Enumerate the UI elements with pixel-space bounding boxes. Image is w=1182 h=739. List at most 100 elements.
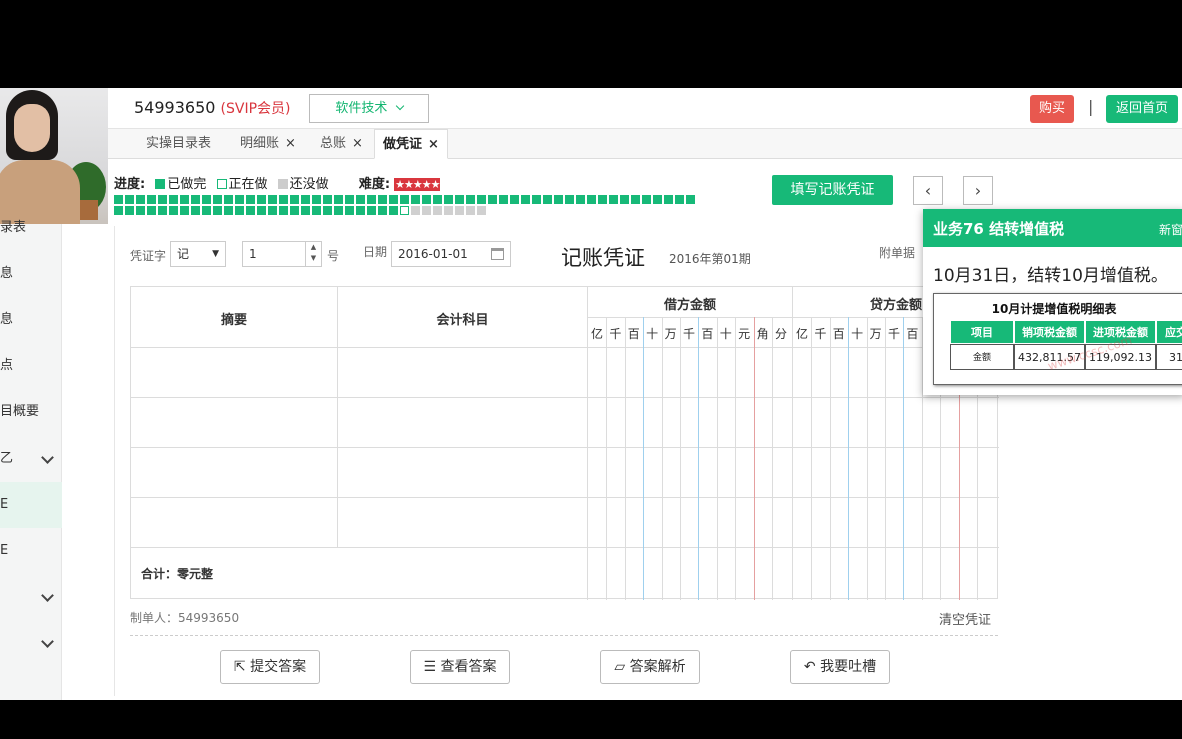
- buy-button[interactable]: 购买: [1030, 95, 1074, 123]
- progress-cell[interactable]: [466, 206, 475, 215]
- progress-cell[interactable]: [191, 206, 200, 215]
- progress-cell[interactable]: [213, 206, 222, 215]
- voucher-number-stepper[interactable]: 1 ▲ ▼: [242, 241, 322, 267]
- progress-cell[interactable]: [477, 206, 486, 215]
- home-button[interactable]: 返回首页: [1106, 95, 1178, 123]
- sidebar-item[interactable]: 目概要: [0, 389, 62, 435]
- progress-cell[interactable]: [345, 206, 354, 215]
- tab-make-voucher[interactable]: 做凭证 ×: [374, 129, 448, 159]
- progress-cell[interactable]: [323, 206, 332, 215]
- progress-cell[interactable]: [510, 195, 519, 204]
- progress-cell[interactable]: [631, 195, 640, 204]
- progress-cell[interactable]: [455, 195, 464, 204]
- tab-practice-catalog[interactable]: 实操目录表: [146, 129, 211, 159]
- progress-cell[interactable]: [587, 195, 596, 204]
- progress-cell[interactable]: [169, 195, 178, 204]
- progress-cell[interactable]: [400, 195, 409, 204]
- progress-cell[interactable]: [444, 195, 453, 204]
- sidebar-item[interactable]: [0, 620, 62, 666]
- progress-cell[interactable]: [180, 206, 189, 215]
- progress-cell[interactable]: [334, 206, 343, 215]
- progress-cell[interactable]: [213, 195, 222, 204]
- progress-cell[interactable]: [290, 195, 299, 204]
- sidebar-item[interactable]: 乙: [0, 436, 62, 482]
- progress-cell[interactable]: [279, 206, 288, 215]
- close-icon[interactable]: ×: [285, 136, 296, 151]
- progress-cell[interactable]: [136, 206, 145, 215]
- sidebar-item[interactable]: 息: [0, 251, 62, 297]
- progress-cell[interactable]: [202, 195, 211, 204]
- progress-cell[interactable]: [466, 195, 475, 204]
- progress-cell[interactable]: [367, 195, 376, 204]
- view-answer-button[interactable]: ☰ 查看答案: [410, 650, 510, 684]
- date-input[interactable]: 2016-01-01: [391, 241, 511, 267]
- progress-cell[interactable]: [378, 206, 387, 215]
- progress-cell[interactable]: [686, 195, 695, 204]
- progress-cell[interactable]: [191, 195, 200, 204]
- progress-cell[interactable]: [653, 195, 662, 204]
- progress-cell[interactable]: [521, 195, 530, 204]
- sidebar-item[interactable]: 点: [0, 343, 62, 389]
- sidebar-item[interactable]: 录表: [0, 205, 62, 251]
- progress-cell[interactable]: [378, 195, 387, 204]
- progress-cell[interactable]: [598, 195, 607, 204]
- progress-cell[interactable]: [235, 206, 244, 215]
- close-icon[interactable]: ×: [352, 136, 363, 151]
- progress-cell[interactable]: [367, 206, 376, 215]
- progress-cell[interactable]: [565, 195, 574, 204]
- submit-answer-button[interactable]: ⇱ 提交答案: [220, 650, 320, 684]
- progress-cell[interactable]: [169, 206, 178, 215]
- progress-cell[interactable]: [180, 195, 189, 204]
- progress-cell[interactable]: [389, 195, 398, 204]
- progress-cell[interactable]: [290, 206, 299, 215]
- progress-cell[interactable]: [224, 195, 233, 204]
- progress-cell[interactable]: [642, 195, 651, 204]
- progress-cell[interactable]: [356, 195, 365, 204]
- progress-cell[interactable]: [400, 206, 409, 215]
- progress-cell[interactable]: [389, 206, 398, 215]
- progress-cell[interactable]: [444, 206, 453, 215]
- feedback-button[interactable]: ↶ 我要吐槽: [790, 650, 890, 684]
- fill-voucher-button[interactable]: 填写记账凭证: [772, 175, 893, 205]
- progress-cell[interactable]: [202, 206, 211, 215]
- tab-ledger-detail[interactable]: 明细账 ×: [240, 129, 296, 159]
- progress-cell[interactable]: [147, 206, 156, 215]
- progress-cell[interactable]: [334, 195, 343, 204]
- progress-cell[interactable]: [422, 206, 431, 215]
- sidebar-item[interactable]: 息: [0, 297, 62, 343]
- progress-cell[interactable]: [257, 195, 266, 204]
- progress-cell[interactable]: [477, 195, 486, 204]
- progress-cell[interactable]: [312, 206, 321, 215]
- progress-cell[interactable]: [114, 206, 123, 215]
- progress-cell[interactable]: [422, 195, 431, 204]
- progress-cell[interactable]: [455, 206, 464, 215]
- progress-cell[interactable]: [268, 206, 277, 215]
- progress-cell[interactable]: [675, 195, 684, 204]
- close-icon[interactable]: ×: [428, 137, 439, 152]
- progress-cell[interactable]: [125, 195, 134, 204]
- sidebar-item[interactable]: E: [0, 482, 62, 528]
- next-icon[interactable]: ›: [963, 176, 993, 205]
- progress-cell[interactable]: [664, 195, 673, 204]
- progress-cell[interactable]: [246, 195, 255, 204]
- tab-general-ledger[interactable]: 总账 ×: [320, 129, 363, 159]
- prev-icon[interactable]: ‹: [913, 176, 943, 205]
- progress-cell[interactable]: [158, 195, 167, 204]
- progress-cell[interactable]: [356, 206, 365, 215]
- progress-cell[interactable]: [323, 195, 332, 204]
- progress-cell[interactable]: [499, 195, 508, 204]
- progress-cell[interactable]: [488, 195, 497, 204]
- progress-cell[interactable]: [136, 195, 145, 204]
- progress-cell[interactable]: [620, 195, 629, 204]
- progress-cell[interactable]: [433, 195, 442, 204]
- progress-cell[interactable]: [301, 195, 310, 204]
- progress-cell[interactable]: [433, 206, 442, 215]
- progress-cell[interactable]: [543, 195, 552, 204]
- progress-cell[interactable]: [114, 195, 123, 204]
- progress-cell[interactable]: [158, 206, 167, 215]
- progress-cell[interactable]: [609, 195, 618, 204]
- progress-cell[interactable]: [312, 195, 321, 204]
- progress-cell[interactable]: [411, 195, 420, 204]
- progress-cell[interactable]: [235, 195, 244, 204]
- progress-cell[interactable]: [268, 195, 277, 204]
